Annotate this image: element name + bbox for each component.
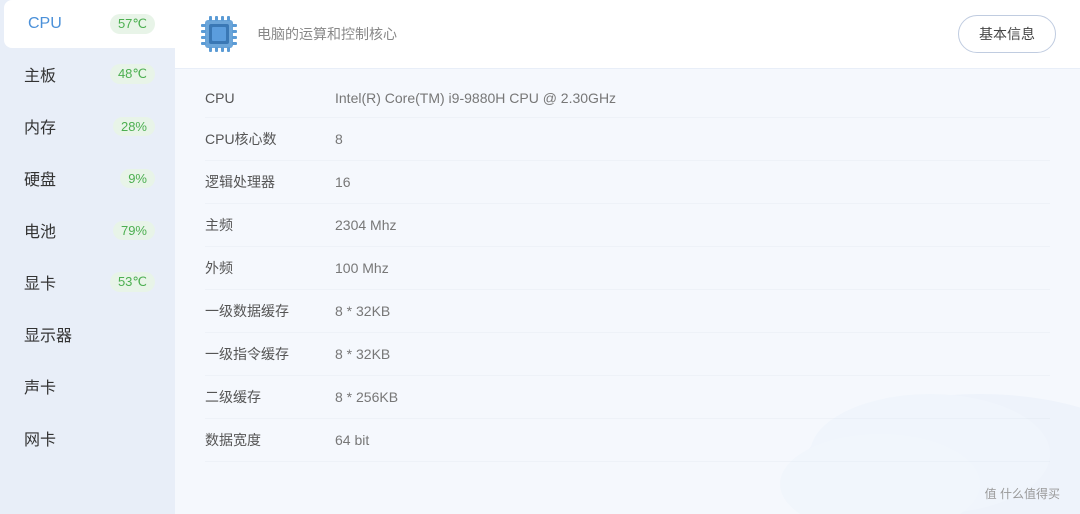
sidebar-item-motherboard[interactable]: 主板 48℃ xyxy=(0,48,175,100)
info-value: Intel(R) Core(TM) i9-9880H CPU @ 2.30GHz xyxy=(335,90,616,106)
info-value: 8 * 32KB xyxy=(335,303,390,319)
info-value: 8 * 32KB xyxy=(335,346,390,362)
sidebar-label-battery: 电池 xyxy=(24,218,56,242)
table-row: 一级指令缓存8 * 32KB xyxy=(205,333,1050,376)
sidebar-item-network[interactable]: 网卡 xyxy=(0,412,175,464)
header-left: 电脑的运算和控制核心 xyxy=(195,10,397,58)
sidebar-badge-memory: 28% xyxy=(113,117,155,136)
sidebar-item-disk[interactable]: 硬盘 9% xyxy=(0,152,175,204)
info-value: 16 xyxy=(335,174,351,190)
sidebar-item-monitor[interactable]: 显示器 xyxy=(0,308,175,360)
main-header: 电脑的运算和控制核心 基本信息 xyxy=(175,0,1080,69)
info-label: 数据宽度 xyxy=(205,430,335,450)
table-row: 数据宽度64 bit xyxy=(205,419,1050,462)
cpu-info-table: CPUIntel(R) Core(TM) i9-9880H CPU @ 2.30… xyxy=(175,69,1080,514)
sidebar-label-soundcard: 声卡 xyxy=(24,374,56,398)
sidebar-badge-motherboard: 48℃ xyxy=(110,64,155,84)
sidebar-item-gpu[interactable]: 显卡 53℃ xyxy=(0,256,175,308)
info-label: 外频 xyxy=(205,258,335,278)
info-value: 8 * 256KB xyxy=(335,389,398,405)
sidebar-label-monitor: 显示器 xyxy=(24,322,72,346)
table-row: CPU核心数8 xyxy=(205,118,1050,161)
sidebar-badge-disk: 9% xyxy=(120,169,155,188)
info-value: 2304 Mhz xyxy=(335,217,396,233)
sidebar-label-cpu: CPU xyxy=(28,15,62,33)
sidebar-item-memory[interactable]: 内存 28% xyxy=(0,100,175,152)
table-row: CPUIntel(R) Core(TM) i9-9880H CPU @ 2.30… xyxy=(205,79,1050,118)
watermark: 值 什么值得买 xyxy=(985,485,1060,502)
info-value: 64 bit xyxy=(335,432,369,448)
sidebar-label-motherboard: 主板 xyxy=(24,62,56,86)
table-row: 一级数据缓存8 * 32KB xyxy=(205,290,1050,333)
sidebar-badge-gpu: 53℃ xyxy=(110,272,155,292)
info-label: 一级指令缓存 xyxy=(205,344,335,364)
info-label: 逻辑处理器 xyxy=(205,172,335,192)
table-row: 外频100 Mhz xyxy=(205,247,1050,290)
info-label: 一级数据缓存 xyxy=(205,301,335,321)
sidebar-label-memory: 内存 xyxy=(24,114,56,138)
main-content: 电脑的运算和控制核心 基本信息 CPUIntel(R) Core(TM) i9-… xyxy=(175,0,1080,514)
table-row: 逻辑处理器16 xyxy=(205,161,1050,204)
cpu-icon xyxy=(195,10,243,58)
info-label: 主频 xyxy=(205,215,335,235)
header-subtitle: 电脑的运算和控制核心 xyxy=(257,24,397,44)
info-value: 100 Mhz xyxy=(335,260,389,276)
sidebar-label-network: 网卡 xyxy=(24,426,56,450)
info-label: 二级缓存 xyxy=(205,387,335,407)
watermark-text: 值 什么值得买 xyxy=(985,485,1060,502)
sidebar-badge-cpu: 57℃ xyxy=(110,14,155,34)
sidebar-item-cpu[interactable]: CPU 57℃ xyxy=(4,0,175,48)
table-row: 二级缓存8 * 256KB xyxy=(205,376,1050,419)
sidebar: CPU 57℃ 主板 48℃ 内存 28% 硬盘 9% 电池 79% 显卡 53℃ 显示器声卡网卡 xyxy=(0,0,175,514)
sidebar-label-gpu: 显卡 xyxy=(24,270,56,294)
info-label: CPU核心数 xyxy=(205,129,335,149)
basic-info-button[interactable]: 基本信息 xyxy=(958,15,1056,53)
sidebar-item-battery[interactable]: 电池 79% xyxy=(0,204,175,256)
info-value: 8 xyxy=(335,131,343,147)
sidebar-item-soundcard[interactable]: 声卡 xyxy=(0,360,175,412)
sidebar-badge-battery: 79% xyxy=(113,221,155,240)
info-label: CPU xyxy=(205,90,335,106)
sidebar-label-disk: 硬盘 xyxy=(24,166,56,190)
table-row: 主频2304 Mhz xyxy=(205,204,1050,247)
